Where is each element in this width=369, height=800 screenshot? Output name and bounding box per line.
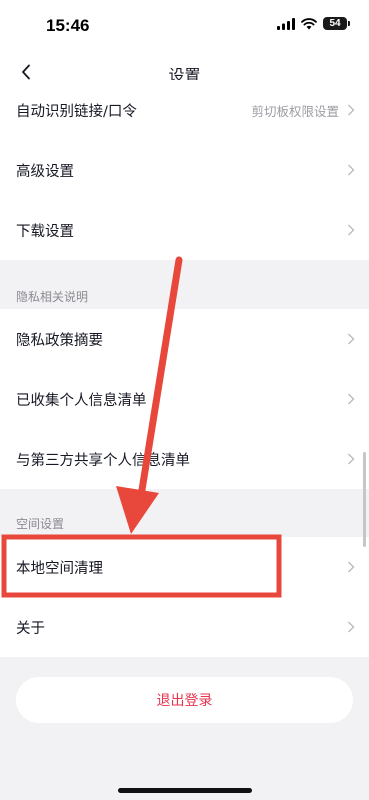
row-privacy-policy-summary[interactable]: 隐私政策摘要 bbox=[0, 309, 369, 369]
chevron-right-icon bbox=[348, 224, 355, 236]
row-label: 已收集个人信息清单 bbox=[16, 392, 147, 409]
row-label: 自动识别链接/口令 bbox=[16, 103, 137, 120]
logout-label: 退出登录 bbox=[156, 693, 213, 709]
annotation-arrow-head bbox=[116, 486, 159, 534]
chevron-right-icon bbox=[348, 453, 355, 465]
status-bar: 15:46 54 bbox=[0, 0, 369, 50]
row-label: 与第三方共享个人信息清单 bbox=[16, 452, 190, 469]
section-header-space: 空间设置 bbox=[16, 517, 65, 531]
chevron-right-icon bbox=[348, 621, 355, 633]
row-auto-recognize-link[interactable]: 自动识别链接/口令 剪切板权限设置 bbox=[0, 80, 369, 140]
row-label: 隐私政策摘要 bbox=[16, 332, 103, 349]
wifi-icon bbox=[301, 17, 317, 29]
row-third-party-sharing-list[interactable]: 与第三方共享个人信息清单 bbox=[0, 429, 369, 489]
settings-group-general: 自动识别链接/口令 剪切板权限设置 高级设置 下载设置 bbox=[0, 80, 369, 260]
row-download-settings[interactable]: 下载设置 bbox=[0, 200, 369, 260]
logout-button[interactable]: 退出登录 bbox=[16, 677, 353, 723]
status-icons: 54 bbox=[277, 17, 350, 30]
row-label: 高级设置 bbox=[16, 163, 74, 180]
scrollbar-thumb[interactable] bbox=[363, 452, 366, 547]
chevron-right-icon bbox=[348, 393, 355, 405]
settings-group-privacy: 隐私政策摘要 已收集个人信息清单 与第三方共享个人信息清单 bbox=[0, 309, 369, 489]
row-label: 本地空间清理 bbox=[16, 560, 103, 577]
status-time: 15:46 bbox=[46, 16, 90, 35]
row-label: 下载设置 bbox=[16, 223, 74, 240]
battery-level: 54 bbox=[329, 18, 341, 29]
battery-icon: 54 bbox=[323, 17, 350, 30]
settings-group-space: 本地空间清理 关于 bbox=[0, 537, 369, 657]
chevron-right-icon bbox=[348, 164, 355, 176]
row-advanced-settings[interactable]: 高级设置 bbox=[0, 140, 369, 200]
row-local-storage-cleanup[interactable]: 本地空间清理 bbox=[0, 537, 369, 597]
chevron-right-icon bbox=[348, 561, 355, 573]
section-header-privacy: 隐私相关说明 bbox=[16, 290, 89, 304]
clipboard-permission-hint: 剪切板权限设置 bbox=[251, 103, 339, 119]
signal-icon bbox=[277, 17, 295, 30]
chevron-right-icon bbox=[348, 104, 355, 116]
home-indicator bbox=[118, 788, 252, 793]
row-label: 关于 bbox=[16, 620, 45, 637]
chevron-right-icon bbox=[348, 333, 355, 345]
row-about[interactable]: 关于 bbox=[0, 597, 369, 657]
row-collected-info-list[interactable]: 已收集个人信息清单 bbox=[0, 369, 369, 429]
